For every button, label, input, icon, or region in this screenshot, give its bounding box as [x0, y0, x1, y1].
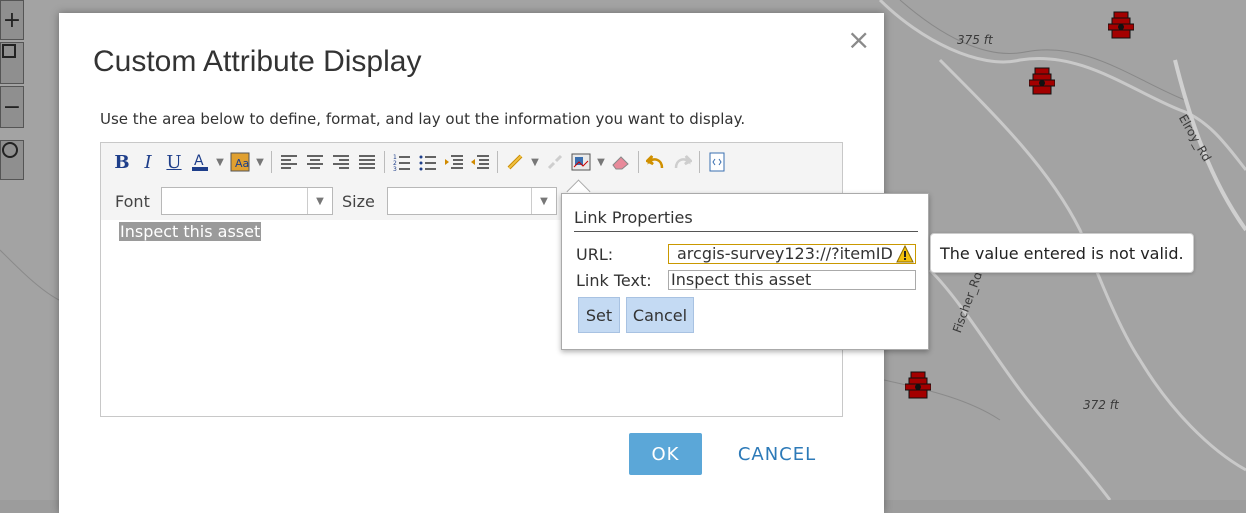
extent-icon [2, 44, 16, 58]
validation-tooltip: The value entered is not valid. [930, 233, 1194, 273]
bullet-list-icon[interactable] [415, 149, 441, 175]
zoom-out-glyph: − [2, 94, 22, 120]
unlink-icon[interactable] [542, 149, 568, 175]
elevation-label: 375 ft [957, 33, 993, 47]
elevation-label: 372 ft [1083, 398, 1119, 412]
font-select[interactable]: ▼ [161, 187, 333, 215]
underline-icon[interactable]: U [161, 149, 187, 175]
toolbar-separator [699, 151, 700, 173]
svg-text:Aa: Aa [235, 157, 249, 170]
chevron-down-icon[interactable]: ▼ [531, 188, 556, 214]
popup-cancel-button[interactable]: Cancel [626, 297, 694, 333]
toolbar-separator [497, 151, 498, 173]
hydrant-icon[interactable] [1108, 10, 1134, 44]
highlight-color-icon[interactable]: Aa [227, 149, 253, 175]
set-button[interactable]: Set [578, 297, 620, 333]
link-text-input-value: Inspect this asset [671, 270, 812, 289]
toolbar-separator [271, 151, 272, 173]
font-color-icon[interactable]: A [187, 149, 213, 175]
font-label: Font [115, 192, 150, 211]
link-text-label: Link Text: [576, 271, 652, 290]
redo-icon[interactable] [669, 149, 695, 175]
chevron-down-icon[interactable]: ▼ [307, 188, 332, 214]
locate-icon [2, 142, 18, 158]
font-color-dropdown-icon[interactable]: ▼ [213, 149, 227, 175]
undo-icon[interactable] [643, 149, 669, 175]
svg-text:A: A [194, 153, 204, 169]
align-center-icon[interactable] [302, 149, 328, 175]
align-left-icon[interactable] [276, 149, 302, 175]
dialog-title: Custom Attribute Display [93, 45, 422, 78]
italic-icon[interactable]: I [135, 149, 161, 175]
instructions-text: Use the area below to define, format, an… [100, 110, 746, 128]
size-select[interactable]: ▼ [387, 187, 557, 215]
popup-title: Link Properties [574, 208, 693, 227]
popup-divider [574, 231, 918, 232]
highlight-dropdown-icon[interactable]: ▼ [253, 149, 267, 175]
outdent-icon[interactable] [467, 149, 493, 175]
link-text-input[interactable]: Inspect this asset [668, 270, 916, 290]
zoom-in-button[interactable]: + [0, 0, 24, 40]
insert-image-dropdown-icon[interactable]: ▼ [594, 149, 608, 175]
view-source-icon[interactable] [704, 149, 730, 175]
zoom-out-button[interactable]: − [0, 86, 24, 128]
url-input[interactable]: arcgis-survey123://?itemID [668, 244, 916, 264]
selected-link-text[interactable]: Inspect this asset [119, 222, 262, 241]
align-right-icon[interactable] [328, 149, 354, 175]
insert-image-icon[interactable] [568, 149, 594, 175]
link-icon[interactable] [502, 149, 528, 175]
indent-icon[interactable] [441, 149, 467, 175]
close-button[interactable]: × [847, 23, 870, 56]
ok-button[interactable]: OK [629, 433, 702, 475]
url-input-value: arcgis-survey123://?itemID [677, 244, 893, 263]
align-justify-icon[interactable] [354, 149, 380, 175]
bold-icon[interactable]: B [109, 149, 135, 175]
toolbar-separator [638, 151, 639, 173]
zoom-in-glyph: + [2, 7, 22, 33]
locate-button[interactable] [0, 140, 24, 180]
svg-text:3: 3 [393, 166, 397, 171]
link-dropdown-icon[interactable]: ▼ [528, 149, 542, 175]
url-label: URL: [576, 245, 614, 264]
pan-extent-button[interactable] [0, 42, 24, 84]
numbered-list-icon[interactable]: 123 [389, 149, 415, 175]
eraser-icon[interactable] [608, 149, 634, 175]
link-properties-popup: Link Properties URL: arcgis-survey123://… [561, 193, 929, 350]
toolbar-separator [384, 151, 385, 173]
warning-icon [896, 245, 914, 263]
size-label: Size [342, 192, 375, 211]
validation-message: The value entered is not valid. [940, 243, 1184, 263]
hydrant-icon[interactable] [1029, 66, 1055, 100]
hydrant-icon[interactable] [905, 370, 931, 404]
cancel-button[interactable]: CANCEL [725, 433, 829, 475]
